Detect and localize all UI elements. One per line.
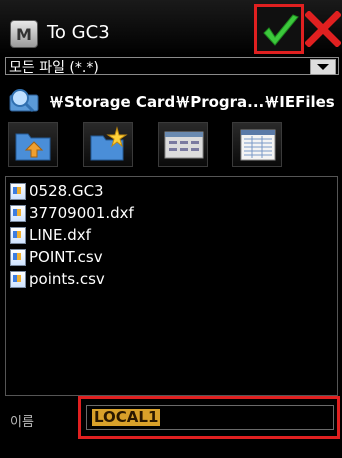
file-name: POINT.csv [29, 248, 103, 266]
checkmark-icon [263, 14, 299, 46]
folder-search-icon[interactable] [8, 87, 44, 113]
detail-view-button[interactable] [232, 122, 282, 167]
list-item[interactable]: LINE.dxf [10, 225, 91, 245]
detail-view-icon [240, 129, 276, 161]
file-type-dropdown[interactable]: 모든 파일 (*.*) [5, 57, 339, 76]
path-row: ￦Storage Card￦Progra...￦IEFiles [5, 85, 341, 115]
file-name: 0528.GC3 [29, 182, 104, 200]
chevron-down-icon[interactable] [310, 59, 336, 75]
ok-button[interactable] [254, 4, 304, 54]
list-item[interactable]: 0528.GC3 [10, 181, 104, 201]
app-icon[interactable]: M [10, 20, 38, 48]
file-list[interactable]: 0528.GC3 37709001.dxf LINE.dxf POINT.csv… [5, 176, 338, 396]
file-name: LINE.dxf [29, 226, 91, 244]
name-input[interactable]: LOCAL1 [86, 405, 334, 430]
name-input-value: LOCAL1 [92, 408, 161, 426]
name-field-highlight: LOCAL1 [78, 396, 340, 439]
file-icon [10, 204, 26, 222]
new-folder-icon [90, 126, 128, 161]
close-icon [304, 10, 342, 48]
list-item[interactable]: POINT.csv [10, 247, 103, 267]
name-label: 이름 [10, 415, 34, 430]
window-title: To GC3 [47, 22, 110, 43]
file-icon [10, 182, 26, 200]
file-icon [10, 248, 26, 266]
list-item[interactable]: 37709001.dxf [10, 203, 134, 223]
folder-up-icon [15, 133, 51, 161]
file-icon [10, 226, 26, 244]
cancel-button[interactable] [304, 10, 342, 48]
file-name: points.csv [29, 270, 105, 288]
list-view-icon [164, 131, 204, 159]
list-view-button[interactable] [158, 122, 208, 167]
app-icon-letter: M [16, 24, 32, 44]
current-path: ￦Storage Card￦Progra...￦IEFiles [49, 93, 335, 111]
title-bar: M To GC3 [0, 0, 342, 55]
new-folder-button[interactable] [83, 122, 133, 167]
list-item[interactable]: points.csv [10, 269, 105, 289]
file-icon [10, 270, 26, 288]
file-type-selected: 모든 파일 (*.*) [9, 60, 99, 76]
file-name: 37709001.dxf [29, 204, 134, 222]
folder-up-button[interactable] [8, 122, 58, 167]
